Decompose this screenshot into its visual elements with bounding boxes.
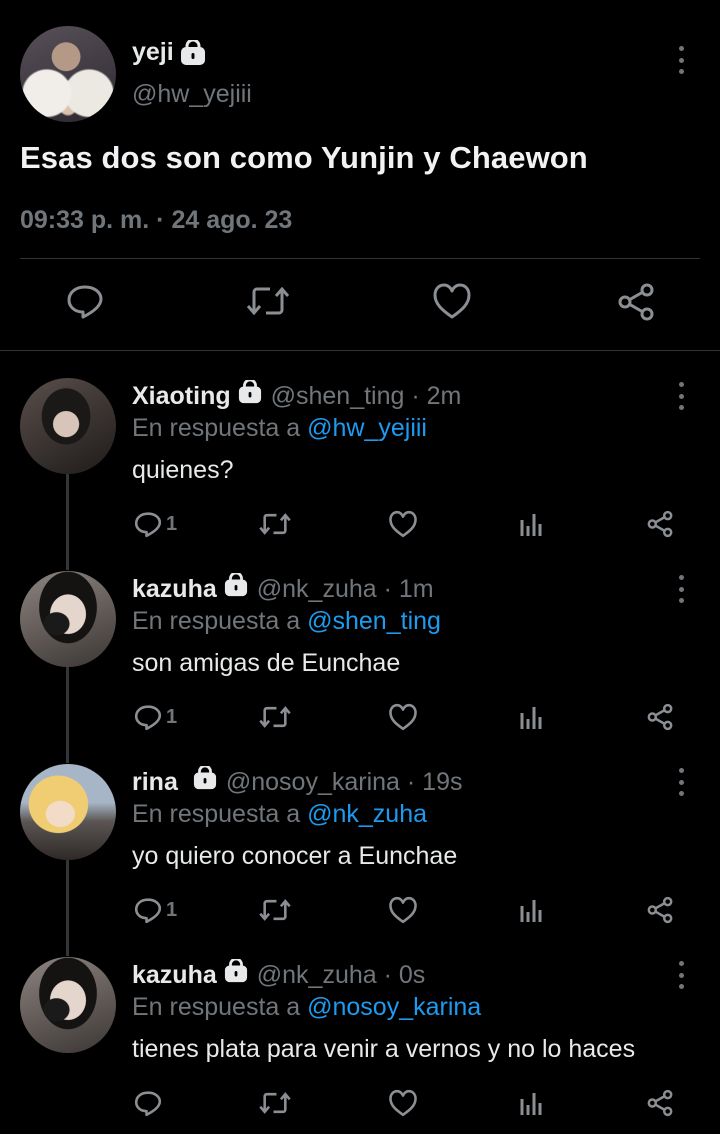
replying-to: En respuesta a @nosoy_karina: [132, 993, 481, 1022]
reply-icon: [134, 705, 162, 731]
reply-actions: 1: [0, 703, 720, 733]
avatar[interactable]: [20, 378, 116, 474]
analytics-icon[interactable]: [520, 1089, 544, 1117]
reply-count: 1: [166, 705, 178, 728]
more-icon[interactable]: [676, 575, 686, 603]
like-icon[interactable]: [388, 896, 418, 924]
replying-to: En respuesta a @hw_yejiii: [132, 414, 427, 443]
reply-actions: 1: [0, 510, 720, 540]
like-icon[interactable]: [388, 510, 418, 538]
like-icon[interactable]: [388, 703, 418, 731]
share-icon[interactable]: [616, 282, 656, 322]
author-handle[interactable]: @nk_zuha · 0s: [257, 961, 426, 990]
more-icon[interactable]: [676, 46, 686, 74]
divider: [0, 350, 720, 351]
avatar[interactable]: [20, 764, 116, 860]
replying-to-label: En respuesta a: [132, 607, 308, 635]
reply-text: quienes?: [132, 456, 234, 484]
lock-icon: [223, 573, 249, 597]
reply-button[interactable]: 1: [134, 703, 177, 731]
more-icon[interactable]: [676, 961, 686, 989]
more-icon[interactable]: [676, 768, 686, 796]
author-handle[interactable]: @nk_zuha · 1m: [257, 575, 434, 604]
share-icon[interactable]: [646, 1089, 674, 1117]
retweet-icon[interactable]: [258, 896, 292, 924]
share-icon[interactable]: [646, 510, 674, 538]
like-icon[interactable]: [432, 282, 472, 320]
main-tweet: yeji @hw_yejiii Esas dos son como Yunjin…: [0, 0, 720, 350]
mention-link[interactable]: @shen_ting: [307, 607, 441, 635]
tweet-timestamp: 09:33 p. m. · 24 ago. 23: [20, 206, 293, 234]
reply-actions: [0, 1089, 720, 1119]
like-icon[interactable]: [388, 1089, 418, 1117]
reply-text: yo quiero conocer a Eunchae: [132, 842, 458, 870]
mention-link[interactable]: @nk_zuha: [307, 800, 427, 828]
lock-icon: [223, 959, 249, 983]
replying-to-label: En respuesta a: [132, 414, 308, 442]
lock-icon: [237, 380, 263, 404]
author-name[interactable]: Xiaoting: [132, 382, 231, 411]
reply-text: tienes plata para venir a vernos y no lo…: [132, 1035, 636, 1063]
reply-count: 1: [166, 512, 178, 535]
analytics-icon[interactable]: [520, 510, 544, 538]
tweet-text: Esas dos son como Yunjin y Chaewon: [20, 140, 588, 175]
avatar[interactable]: [20, 571, 116, 667]
retweet-icon[interactable]: [246, 282, 290, 320]
avatar[interactable]: [20, 957, 116, 1053]
author-handle[interactable]: @hw_yejiii: [132, 80, 252, 109]
reply-count: 1: [166, 898, 178, 921]
author-name[interactable]: rina: [132, 768, 178, 797]
replying-to: En respuesta a @nk_zuha: [132, 800, 427, 829]
reply-icon: [134, 898, 162, 924]
retweet-icon[interactable]: [258, 703, 292, 731]
more-icon[interactable]: [676, 382, 686, 410]
analytics-icon[interactable]: [520, 896, 544, 924]
author-handle[interactable]: @shen_ting · 2m: [271, 382, 462, 411]
reply-button[interactable]: 1: [134, 896, 177, 924]
retweet-icon[interactable]: [258, 510, 292, 538]
reply-button[interactable]: 1: [134, 510, 177, 538]
mention-link[interactable]: @nosoy_karina: [307, 993, 481, 1021]
reply-actions: 1: [0, 896, 720, 926]
divider: [20, 258, 700, 259]
avatar[interactable]: [20, 26, 116, 122]
replying-to-label: En respuesta a: [132, 800, 308, 828]
author-handle[interactable]: @nosoy_karina · 19s: [226, 768, 463, 797]
share-icon[interactable]: [646, 703, 674, 731]
author-name[interactable]: kazuha: [132, 575, 217, 604]
author-name[interactable]: kazuha: [132, 961, 217, 990]
lock-icon: [180, 39, 206, 66]
author-row: rina @nosoy_karina · 19s: [132, 766, 462, 797]
reply-icon: [134, 1091, 162, 1117]
author-name[interactable]: yeji: [132, 38, 174, 67]
retweet-icon[interactable]: [258, 1089, 292, 1117]
author-row: yeji: [132, 38, 206, 67]
author-row: Xiaoting @shen_ting · 2m: [132, 380, 461, 411]
replying-to-label: En respuesta a: [132, 993, 308, 1021]
author-row: kazuha @nk_zuha · 1m: [132, 573, 434, 604]
reply-icon[interactable]: [66, 282, 104, 320]
reply-icon: [134, 512, 162, 538]
mention-link[interactable]: @hw_yejiii: [307, 414, 427, 442]
reply-text: son amigas de Eunchae: [132, 649, 401, 677]
share-icon[interactable]: [646, 896, 674, 924]
replying-to: En respuesta a @shen_ting: [132, 607, 441, 636]
lock-icon: [192, 766, 218, 790]
author-row: kazuha @nk_zuha · 0s: [132, 959, 425, 990]
reply-button[interactable]: [134, 1089, 166, 1117]
analytics-icon[interactable]: [520, 703, 544, 731]
tweet-actions: [0, 282, 720, 328]
